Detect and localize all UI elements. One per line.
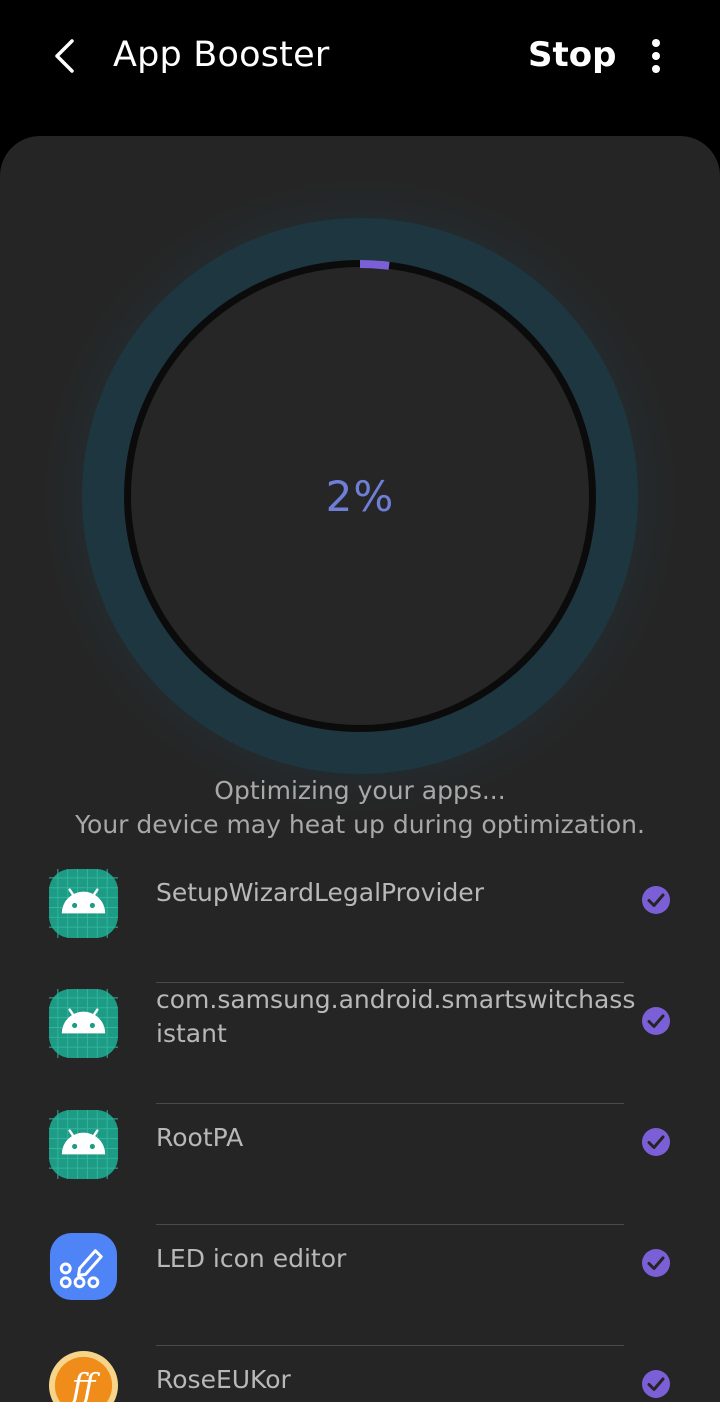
check-icon [642,1249,670,1277]
list-item: com.samsung.android.smartswitchassistant [0,983,720,1104]
optimization-card: 2% Optimizing your apps... Your device m… [0,136,720,1402]
check-icon [642,1007,670,1035]
progress-gauge: 2% [40,176,680,816]
progress-percent: 2% [325,471,395,521]
app-booster-screen: App Booster Stop 2% Optimizing your apps… [0,0,720,1402]
status-message: Optimizing your apps... Your device may … [0,774,720,842]
android-icon [48,988,119,1059]
status-line-2: Your device may heat up during optimizat… [75,810,645,839]
android-icon [48,868,119,939]
font-ff-icon: ff [48,1350,119,1402]
app-name: LED icon editor [156,1244,347,1273]
back-button[interactable] [40,32,88,80]
app-list: SetupWizardLegalProvider com.samsung.and… [0,862,720,1402]
check-icon [642,1128,670,1156]
status-line-1: Optimizing your apps... [214,776,506,805]
app-name: RoseEUKor [156,1365,291,1394]
app-name: SetupWizardLegalProvider [156,878,484,907]
list-item: ff RoseEUKor [0,1346,720,1402]
app-name: com.samsung.android.smartswitchassistant [156,985,636,1048]
more-vertical-icon [652,39,660,73]
android-icon [48,1109,119,1180]
app-name: RootPA [156,1123,244,1152]
top-app-bar: App Booster Stop [0,0,720,112]
check-icon [642,886,670,914]
stop-button[interactable]: Stop [528,30,616,80]
led-editor-icon [49,1232,118,1301]
more-options-button[interactable] [634,32,678,80]
list-item: SetupWizardLegalProvider [0,862,720,983]
check-icon [642,1370,670,1398]
chevron-left-icon [55,39,74,73]
list-item: LED icon editor [0,1225,720,1346]
page-title: App Booster [113,35,330,75]
list-item: RootPA [0,1104,720,1225]
